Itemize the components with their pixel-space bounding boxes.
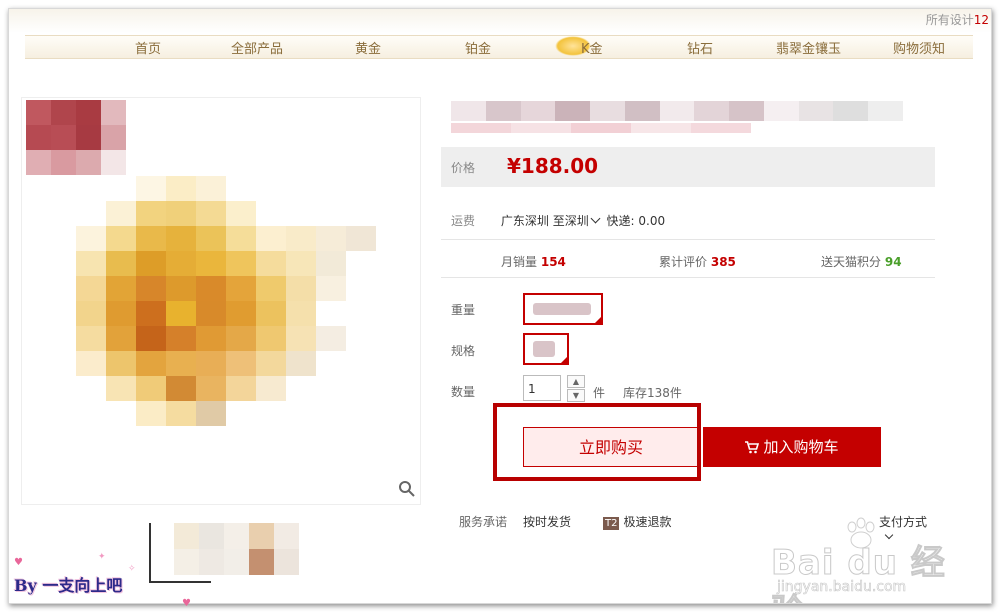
brand-logo-image [26,100,126,176]
nav-item-diamond[interactable]: 钻石 [687,38,713,57]
cart-icon [745,441,760,454]
review-count[interactable]: 累计评价 385 [659,253,736,270]
quantity-label: 数量 [451,385,476,399]
nav-item-gold[interactable]: 黄金 [355,38,381,57]
divider [441,239,935,240]
category-nav: 首页 全部产品 黄金 铂金 K金 钻石 翡翠金镶玉 购物须知 [25,35,973,59]
price-label: 价格 [451,161,476,175]
chevron-down-icon[interactable] [590,213,601,224]
zoom-icon[interactable] [398,480,416,498]
product-photo [76,176,406,426]
spec-value-blurred [533,341,555,357]
weight-value-blurred [533,303,591,315]
heart-icon: ♥ [14,557,23,568]
quantity-unit: 件 [593,386,606,400]
product-title-blurred [451,101,903,121]
stock-count: 库存138件 [623,386,682,400]
nav-item-k-gold[interactable]: K金 [581,38,603,57]
selected-check-icon [593,315,603,325]
price-value: ¥188.00 [507,154,599,178]
nav-item-all-products[interactable]: 全部产品 [231,38,283,57]
baidu-url-text: jingyan.baidu.com [777,579,907,596]
weight-label: 重量 [451,303,476,317]
author-credit-text: By 一支向上吧 [14,576,123,595]
service-fast-refund-label: 极速退款 [623,515,672,529]
sparkle-icon: ✧ [128,564,136,574]
selected-thumbnail-frame [149,523,211,583]
sparkle-icon: ✦ [98,552,106,562]
service-fast-refund[interactable]: T2 极速退款 [603,513,672,530]
quantity-increase-button[interactable]: ▲ [567,375,585,388]
product-image-panel[interactable] [21,97,421,505]
divider [441,277,935,278]
product-subtitle-blurred [451,123,751,133]
tmall-points-label: 送天猫积分 [821,255,882,269]
heart-icon: ♥ [182,598,191,609]
top-right-text: 所有设计12 [926,11,989,28]
review-count-label: 累计评价 [659,255,708,269]
shipping-method: 快递: 0.00 [606,214,666,228]
t2-badge-icon: T2 [603,517,620,530]
baidu-jingyan-watermark: Bai du 经验 jingyan.baidu.com [771,515,971,603]
top-right-number: 12 [973,13,989,27]
nav-item-jade[interactable]: 翡翠金镶玉 [776,38,841,57]
price-bar: 价格 ¥188.00 [441,147,935,187]
shipping-from: 广东深圳 [500,214,549,228]
tmall-points-value: 94 [884,255,902,269]
weight-option-selected[interactable] [523,293,603,325]
monthly-sales-value: 154 [540,255,566,269]
nav-item-platinum[interactable]: 铂金 [465,38,491,57]
service-label: 服务承诺 [459,515,508,529]
top-bar: 所有设计12 [9,9,991,33]
monthly-sales: 月销量 154 [501,253,566,270]
nav-item-shopping-guide[interactable]: 购物须知 [893,38,945,57]
shipping-row: 运费 广东深圳 至深圳 快递: 0.00 [451,212,665,229]
shipping-destination[interactable]: 至深圳 [553,214,589,228]
review-count-value: 385 [710,255,736,269]
spec-option-selected[interactable] [523,333,569,365]
add-to-cart-button[interactable]: 加入购物车 [703,427,881,467]
spec-label: 规格 [451,344,476,358]
shipping-label: 运费 [451,214,476,228]
quantity-input[interactable]: 1 [523,375,561,401]
nav-item-home[interactable]: 首页 [135,38,161,57]
annotation-highlight-box [493,403,701,481]
service-on-time-delivery[interactable]: 按时发货 [523,513,571,530]
top-right-label: 所有设计 [925,13,974,27]
add-to-cart-label: 加入购物车 [763,438,839,456]
tmall-points: 送天猫积分 94 [821,253,902,270]
quantity-decrease-button[interactable]: ▼ [567,389,585,402]
monthly-sales-label: 月销量 [501,255,538,269]
screenshot-frame: 所有设计12 首页 全部产品 黄金 铂金 K金 钻石 翡翠金镶玉 购物须知 价格… [8,8,992,604]
selected-check-icon [559,355,569,365]
